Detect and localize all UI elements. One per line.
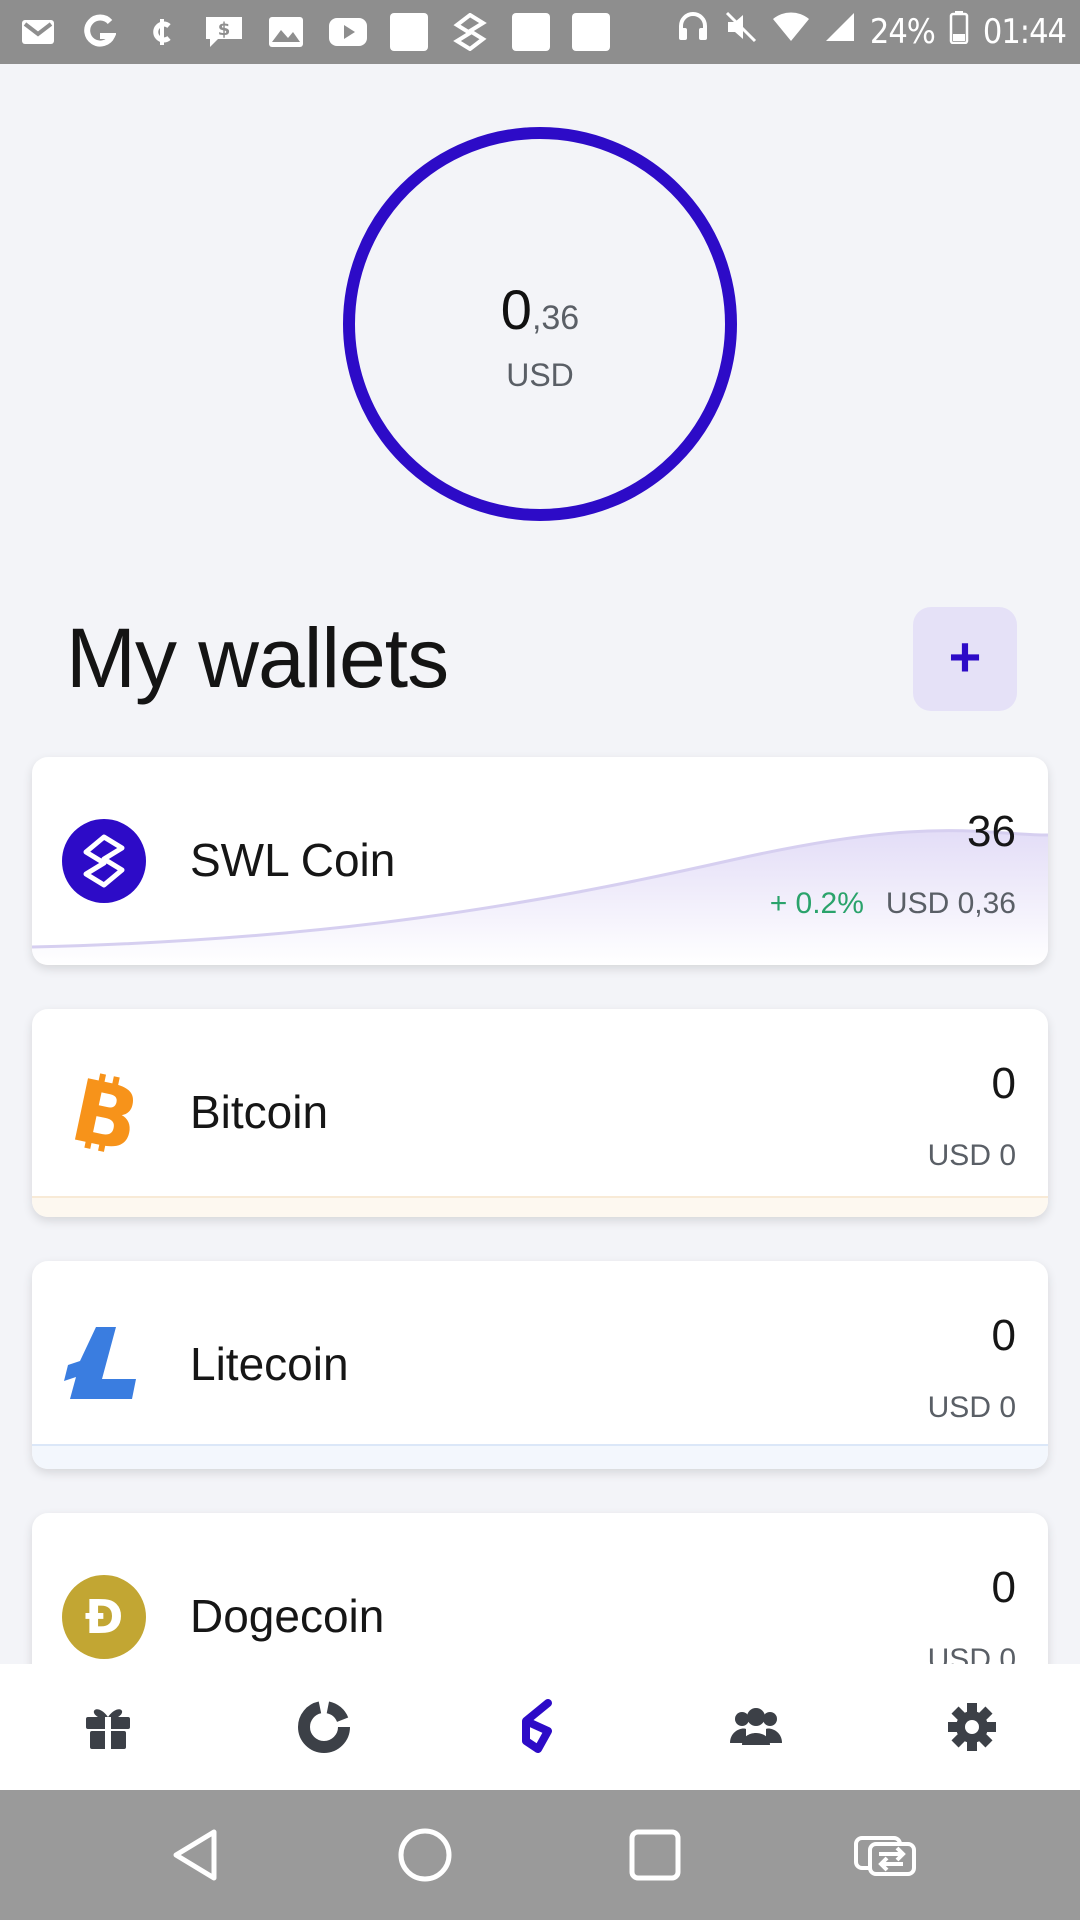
add-wallet-button[interactable]: + bbox=[913, 607, 1017, 711]
litecoin-trend-graph bbox=[32, 1444, 1048, 1469]
wifi-icon bbox=[772, 11, 810, 52]
page-title: My wallets bbox=[66, 611, 449, 705]
balance-decimal: ,36 bbox=[531, 299, 580, 337]
wallet-logo-icon bbox=[522, 1699, 552, 1753]
recents-icon bbox=[629, 1829, 681, 1881]
wallet-name: Bitcoin bbox=[190, 1086, 329, 1138]
home-button[interactable] bbox=[375, 1805, 475, 1905]
balance-currency: USD bbox=[506, 357, 574, 393]
cent-icon bbox=[142, 12, 182, 52]
community-icon bbox=[730, 1708, 782, 1745]
bitcoin-trend-graph bbox=[32, 1196, 1048, 1217]
gmail-icon bbox=[18, 12, 58, 52]
home-icon bbox=[398, 1828, 452, 1882]
g-app-icon bbox=[80, 12, 120, 52]
image-icon bbox=[266, 12, 306, 52]
svg-text:Đ: Đ bbox=[85, 1590, 124, 1644]
wallet-name: Dogecoin bbox=[190, 1590, 385, 1642]
battery-percent: 24% bbox=[869, 11, 936, 52]
wallet-value-row: + 0.2% USD 0,36 bbox=[770, 887, 1016, 921]
total-balance-ring: 0,36 USD bbox=[343, 127, 737, 521]
nav-settings[interactable] bbox=[912, 1677, 1032, 1777]
settings-gear-icon bbox=[948, 1703, 996, 1751]
switch-app-icon bbox=[854, 1836, 916, 1876]
switch-app-button[interactable] bbox=[835, 1805, 935, 1905]
nav-rewards[interactable] bbox=[48, 1677, 168, 1777]
android-navigation-bar bbox=[0, 1790, 1080, 1920]
back-button[interactable] bbox=[145, 1805, 245, 1905]
signal-icon bbox=[824, 11, 856, 52]
blank-notification-icon bbox=[512, 13, 550, 51]
nav-wallets[interactable] bbox=[480, 1677, 600, 1777]
wallet-usd-value: USD 0,36 bbox=[885, 887, 1016, 920]
total-balance-amount: 0,36 bbox=[355, 277, 725, 342]
balance-integer: 0 bbox=[500, 278, 532, 341]
plus-icon: + bbox=[948, 625, 982, 688]
gift-icon bbox=[86, 1709, 130, 1749]
wallet-name: Litecoin bbox=[190, 1338, 349, 1390]
chat-money-icon: $ bbox=[204, 12, 244, 52]
wallet-change: + 0.2% bbox=[769, 887, 864, 920]
nav-community[interactable] bbox=[696, 1677, 816, 1777]
wallet-amount: 0 bbox=[991, 1563, 1016, 1612]
wallet-card-litecoin[interactable]: Litecoin 0 USD 0 bbox=[32, 1261, 1048, 1469]
wallet-card-bitcoin[interactable]: B Bitcoin 0 USD 0 bbox=[32, 1009, 1048, 1217]
wallet-amount: 0 bbox=[991, 1311, 1016, 1360]
blank-notification-icon bbox=[390, 13, 428, 51]
blank-notification-icon bbox=[572, 13, 610, 51]
status-bar: $ 24% 01:44 bbox=[0, 0, 1080, 64]
wallet-value-row: USD 0 bbox=[928, 1391, 1016, 1425]
litecoin-icon bbox=[62, 1323, 146, 1407]
mute-icon bbox=[724, 10, 758, 53]
back-icon bbox=[173, 1829, 217, 1881]
swl-notification-icon bbox=[450, 12, 490, 52]
wallet-usd-value: USD 0 bbox=[927, 1139, 1016, 1172]
headset-icon bbox=[676, 10, 710, 53]
youtube-icon bbox=[328, 12, 368, 52]
nav-portfolio[interactable] bbox=[264, 1677, 384, 1777]
bottom-navigation bbox=[0, 1664, 1080, 1790]
swl-coin-icon bbox=[62, 819, 146, 903]
wallet-value-row: USD 0 bbox=[928, 1139, 1016, 1173]
clock: 01:44 bbox=[982, 11, 1067, 52]
wallet-card-swl-coin[interactable]: SWL Coin 36 + 0.2% USD 0,36 bbox=[32, 757, 1048, 965]
wallet-amount: 36 bbox=[967, 807, 1016, 856]
battery-icon bbox=[949, 10, 969, 53]
system-status-icons: 24% 01:44 bbox=[676, 10, 1067, 53]
notification-icons: $ bbox=[18, 12, 610, 52]
wallet-amount: 0 bbox=[991, 1059, 1016, 1108]
svg-text:$: $ bbox=[218, 19, 231, 40]
bitcoin-icon: B bbox=[62, 1061, 148, 1172]
recents-button[interactable] bbox=[605, 1805, 705, 1905]
portfolio-chart-icon bbox=[298, 1701, 350, 1753]
dogecoin-icon: Đ bbox=[62, 1575, 146, 1659]
wallet-name: SWL Coin bbox=[190, 834, 396, 886]
wallet-usd-value: USD 0 bbox=[927, 1391, 1016, 1424]
